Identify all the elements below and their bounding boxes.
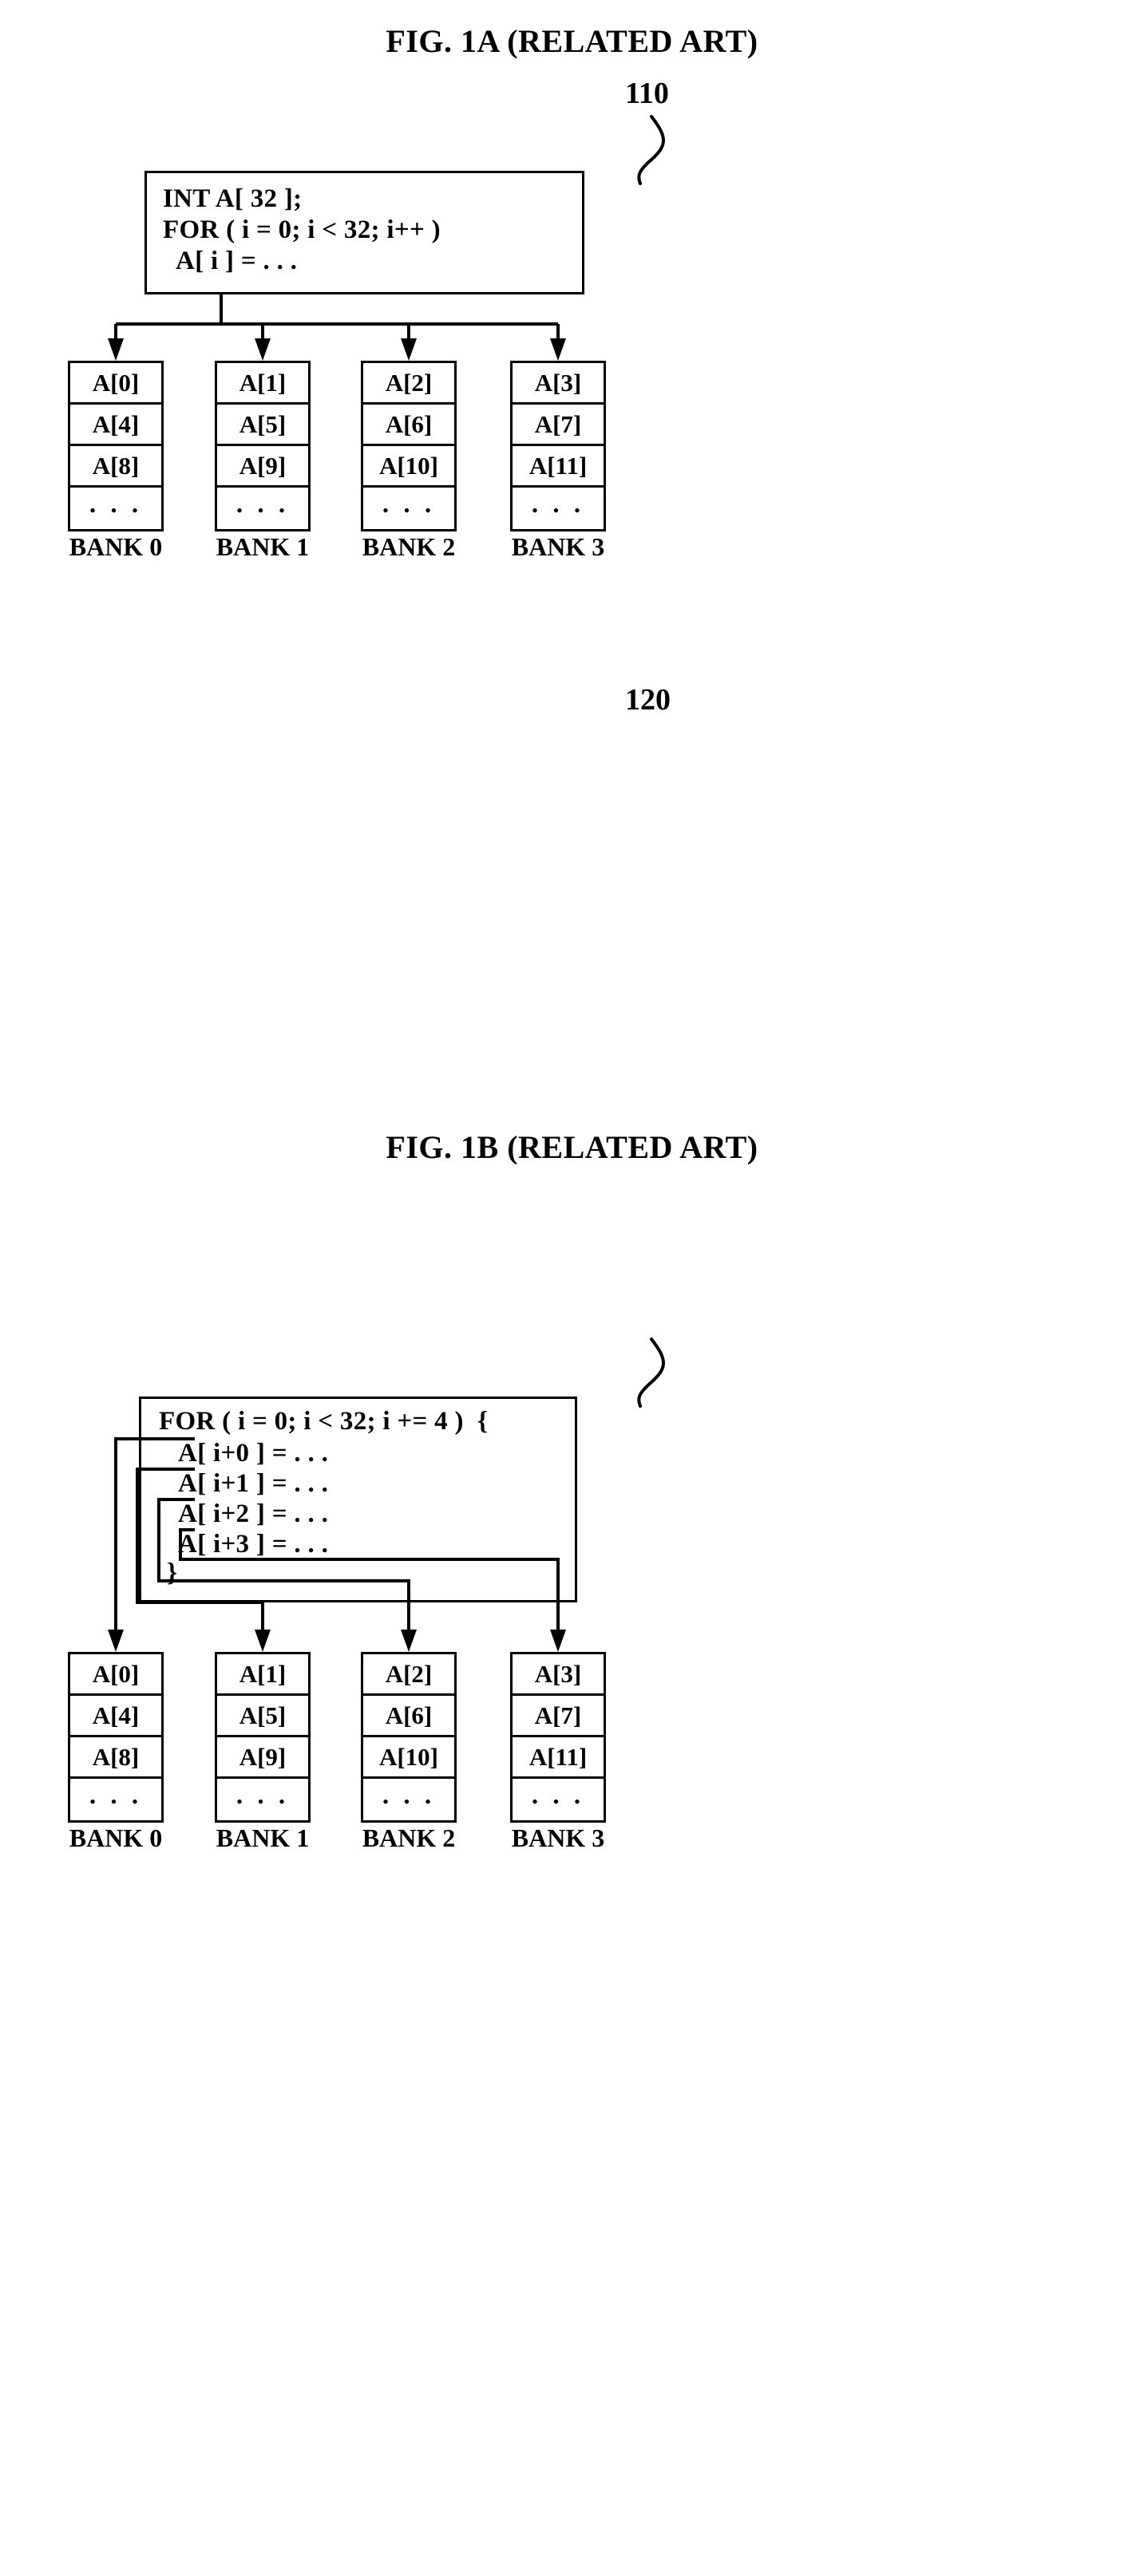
bank-cell: A[3] — [513, 363, 604, 405]
bank-cell: . . . — [236, 1780, 290, 1810]
bank-cell: . . . — [531, 489, 585, 519]
bank-cell: . . . — [236, 489, 290, 519]
bank-label-2-1b: BANK 2 — [362, 1823, 456, 1852]
bank-cell: A[2] — [363, 363, 454, 405]
bank-0-1b: A[0] A[4] A[8] . . . — [68, 1652, 164, 1823]
bank-label-0-1a: BANK 0 — [69, 532, 163, 561]
bank-cell: A[11] — [513, 1737, 604, 1779]
figure-1b-title: FIG. 1B (RELATED ART) — [386, 1129, 758, 1165]
code-line-assignment-0: A[ i+0 ] = . . . — [178, 1439, 329, 1468]
bank-label-3-1b: BANK 3 — [511, 1823, 605, 1852]
bank-cell: A[6] — [363, 1696, 454, 1737]
bank-3-1a: A[3] A[7] A[11] . . . — [510, 361, 606, 531]
leader-line-110 — [637, 115, 665, 185]
bank-cell: . . . — [89, 1780, 143, 1810]
bank-cell: A[9] — [217, 1737, 308, 1779]
bank-1-1b: A[1] A[5] A[9] . . . — [215, 1652, 311, 1823]
reference-numeral-110: 110 — [625, 77, 669, 110]
bank-cell: A[5] — [217, 1696, 308, 1737]
bank-cell: A[10] — [363, 446, 454, 488]
bank-cell: A[8] — [70, 1737, 161, 1779]
bank-cell: A[3] — [513, 1654, 604, 1696]
code-line-assignment-1: A[ i+1 ] = . . . — [178, 1469, 329, 1498]
bank-cell: . . . — [89, 489, 143, 519]
code-line-assignment-2: A[ i+2 ] = . . . — [178, 1499, 329, 1528]
bank-cell: A[1] — [217, 363, 308, 405]
bank-cell: A[8] — [70, 446, 161, 488]
code-line-for-loop: FOR ( i = 0; i < 32; i++ ) — [163, 215, 441, 244]
reference-numeral-120: 120 — [625, 683, 671, 717]
bank-label-3-1a: BANK 3 — [511, 532, 605, 561]
bank-0-1a: A[0] A[4] A[8] . . . — [68, 361, 164, 531]
leader-line-120 — [637, 1337, 665, 1408]
bank-cell: A[7] — [513, 1696, 604, 1737]
bank-cell: A[2] — [363, 1654, 454, 1696]
bank-2-1a: A[2] A[6] A[10] . . . — [361, 361, 457, 531]
code-line-assignment-3: A[ i+3 ] = . . . — [178, 1530, 329, 1559]
bank-3-1b: A[3] A[7] A[11] . . . — [510, 1652, 606, 1823]
code-line-for-loop: FOR ( i = 0; i < 32; i += 4 ) { — [159, 1407, 489, 1436]
bank-cell: A[11] — [513, 446, 604, 488]
bank-cell: . . . — [382, 1780, 436, 1810]
code-line-assignment: A[ i ] = . . . — [176, 247, 298, 275]
bank-cell: A[6] — [363, 405, 454, 446]
bank-label-1-1a: BANK 1 — [216, 532, 310, 561]
bank-cell: A[0] — [70, 363, 161, 405]
bank-2-1b: A[2] A[6] A[10] . . . — [361, 1652, 457, 1823]
bank-cell: A[4] — [70, 1696, 161, 1737]
bank-cell: A[7] — [513, 405, 604, 446]
bank-cell: A[9] — [217, 446, 308, 488]
figure-1a-title: FIG. 1A (RELATED ART) — [386, 23, 758, 59]
code-block-1b: FOR ( i = 0; i < 32; i += 4 ) { A[ i+0 ]… — [139, 1397, 577, 1602]
bank-label-0-1b: BANK 0 — [69, 1823, 163, 1852]
bank-label-1-1b: BANK 1 — [216, 1823, 310, 1852]
bank-label-2-1a: BANK 2 — [362, 532, 456, 561]
bank-cell: A[4] — [70, 405, 161, 446]
bank-1-1a: A[1] A[5] A[9] . . . — [215, 361, 311, 531]
bank-cell: A[0] — [70, 1654, 161, 1696]
code-block-1a: INT A[ 32 ]; FOR ( i = 0; i < 32; i++ ) … — [144, 171, 584, 294]
bank-cell: A[1] — [217, 1654, 308, 1696]
bank-cell: A[5] — [217, 405, 308, 446]
figure-1b: FIG. 1B (RELATED ART) 120 FOR ( i = 0; i… — [0, 613, 1144, 2220]
code-line-declaration: INT A[ 32 ]; — [163, 184, 303, 213]
bank-cell: . . . — [382, 489, 436, 519]
code-line-close-brace: } — [167, 1559, 178, 1587]
bank-cell: . . . — [531, 1780, 585, 1810]
bank-cell: A[10] — [363, 1737, 454, 1779]
